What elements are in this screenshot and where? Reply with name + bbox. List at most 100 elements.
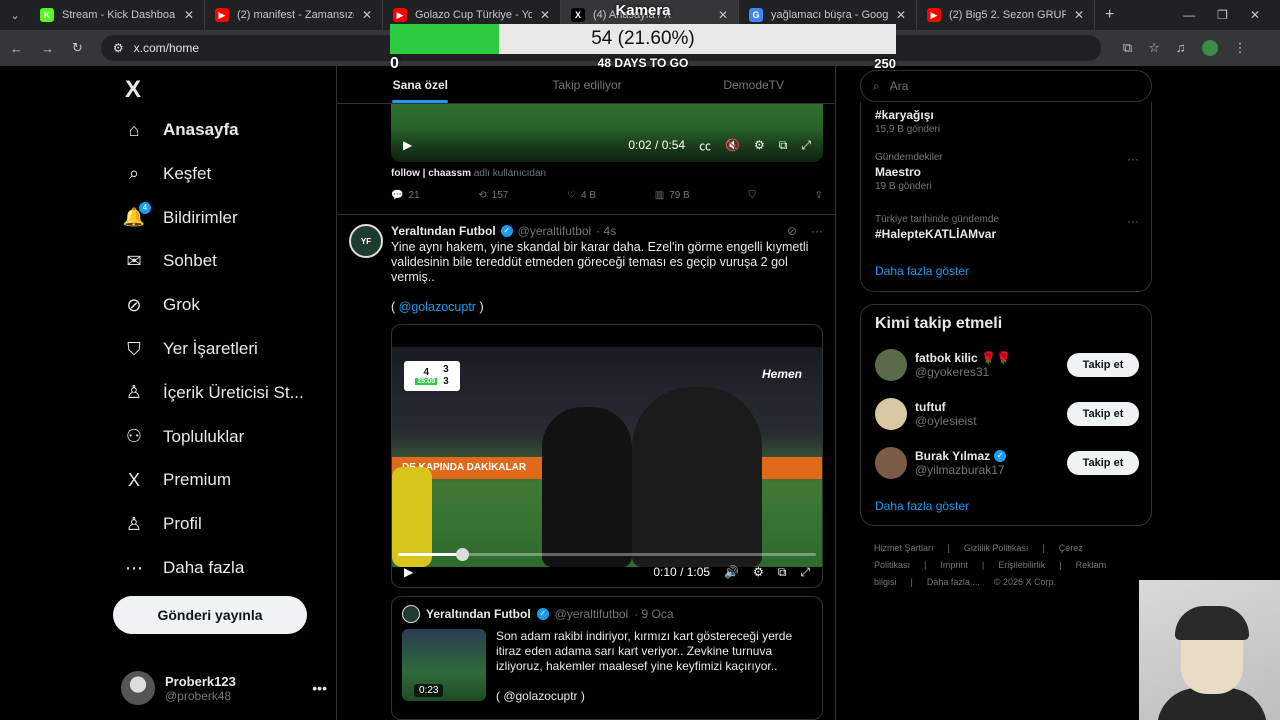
reply-button[interactable]: 💬 21 (391, 190, 420, 201)
video-seek-bar[interactable] (398, 548, 816, 561)
browser-tab[interactable]: K Stream - Kick Dashboa ✕ (30, 0, 205, 30)
repost-button[interactable]: ⟲ 157 (478, 190, 508, 201)
more-dots-icon[interactable]: ··· (1127, 152, 1139, 166)
sidebar-item-premium[interactable]: X Premium (123, 460, 231, 500)
footer-link[interactable]: Imprint (940, 560, 968, 570)
avatar[interactable] (875, 447, 907, 479)
sidebar-item-bell[interactable]: 🔔 4 Bildirimler (123, 198, 238, 238)
sidebar-item-search[interactable]: ⌕ Keşfet (123, 154, 211, 194)
score-clock: 25:00 (415, 378, 438, 385)
scoreboard: 4 25:00 3 3 (404, 361, 460, 391)
browser-tab[interactable]: ▶ (2) Big5 2. Sezon GRUP6 S ✕ (917, 0, 1095, 30)
restore-icon[interactable]: ❐ (1217, 8, 1228, 22)
sidebar-item-label: Bildirimler (163, 207, 238, 227)
tab-search-button[interactable]: ⌄ (0, 0, 30, 30)
footer-link[interactable]: Daha fazla ... (927, 577, 980, 587)
sidebar-item-profile[interactable]: ♙ Profil (123, 504, 202, 544)
bell-icon: 🔔 4 (123, 201, 151, 229)
play-icon[interactable]: ▶ (403, 138, 412, 152)
suggested-user[interactable]: tuftuf @oylesieist Takip et (875, 396, 1139, 432)
tweet-author-handle[interactable]: @yeraltifutbol (518, 224, 592, 238)
bookmark-icon: ⛉ (127, 338, 141, 359)
more-dots-icon[interactable]: ··· (1127, 214, 1139, 228)
trend-item[interactable]: Gündemdekiler Maestro 19 B gönderi ··· (875, 152, 1139, 192)
account-switcher[interactable]: Proberk123 @proberk48 ••• (121, 670, 327, 706)
follow-button[interactable]: Takip et (1067, 353, 1139, 377)
pip-icon[interactable]: ⧉ (778, 565, 787, 580)
tweet-time[interactable]: · 4s (596, 224, 616, 238)
webcam-feed (1139, 580, 1280, 720)
tab-close-icon[interactable]: ✕ (184, 8, 194, 22)
quoted-tweet[interactable]: Yeraltından Futbol ✓ @yeraltifutbol · 9 … (391, 596, 823, 720)
sidebar-item-grok[interactable]: ⊘ Grok (123, 285, 199, 325)
tab-close-icon[interactable]: ✕ (362, 8, 372, 22)
browser-profile-avatar[interactable] (1201, 40, 1218, 56)
views-button[interactable]: ▥ 79 B (655, 190, 690, 201)
search-box[interactable]: ⌕ (860, 70, 1152, 102)
tweet-video[interactable]: DE KAPINDA DAKİKALAR 4 25:00 3 3 Hemen ▶… (391, 324, 823, 588)
avatar[interactable]: YF (349, 224, 383, 258)
footer-separator: | (910, 577, 913, 587)
footer-link[interactable]: Erişilebilirlik (998, 560, 1045, 570)
close-window-icon[interactable]: ✕ (1250, 8, 1260, 22)
avatar[interactable] (875, 349, 907, 381)
captions-icon[interactable]: ㏄ (699, 137, 711, 154)
settings-icon[interactable]: ⚙ (754, 138, 765, 152)
paren-open: ( (391, 300, 396, 314)
tab-close-icon[interactable]: ✕ (896, 8, 906, 22)
footer-separator: | (981, 560, 985, 570)
trend-item[interactable]: #karyağışı 15,9 B gönderi (875, 106, 1139, 135)
reload-icon[interactable]: ↻ (72, 40, 83, 56)
tab-close-icon[interactable]: ✕ (1074, 8, 1084, 22)
sidebar-item-mail[interactable]: ✉ Sohbet (123, 241, 216, 281)
footer-link[interactable]: Hizmet Şartları (874, 543, 934, 553)
fullscreen-icon[interactable]: ⤢ (800, 565, 810, 580)
menu-icon[interactable]: ⋮ (1234, 40, 1247, 56)
more-dots-icon[interactable]: ··· (811, 224, 823, 238)
more-dots-icon[interactable]: ••• (312, 680, 327, 696)
site-info-icon[interactable]: ⚙ (113, 41, 124, 55)
fullscreen-icon[interactable]: ⤢ (801, 138, 811, 153)
forward-icon[interactable]: → (41, 41, 54, 56)
sidebar-item-home[interactable]: ⌂ Anasayfa (123, 110, 239, 150)
tweet-author-name[interactable]: Yeraltından Futbol (391, 224, 496, 238)
like-button[interactable]: ♡ 4 B (567, 190, 596, 201)
trend-item[interactable]: Türkiye tarihinde gündemde #HalepteKATLİ… (875, 214, 1139, 241)
search-input[interactable] (889, 79, 1130, 93)
volume-icon[interactable]: 🔊 (724, 565, 739, 579)
bookmark-button[interactable]: ⛉ (748, 190, 756, 201)
who-to-follow-show-more[interactable]: Daha fazla göster (875, 499, 969, 513)
sidebar-item-bookmark[interactable]: ⛉ Yer İşaretleri (123, 329, 258, 369)
new-tab-button[interactable]: + (1095, 0, 1124, 30)
footer-link[interactable]: © 2026 X Corp. (994, 577, 1056, 587)
sidebar-item-creator[interactable]: ♙ İçerik Üreticisi St... (123, 373, 304, 413)
sidebar-item-more[interactable]: ⋯ Daha fazla (123, 548, 244, 588)
x-logo-icon[interactable]: X (125, 76, 141, 104)
minimize-icon[interactable]: — (1183, 8, 1195, 22)
avatar[interactable] (875, 398, 907, 430)
play-icon[interactable]: ▶ (404, 565, 413, 579)
trend-count: 19 B gönderi (875, 181, 932, 192)
footer-link[interactable]: Gizlilik Politikası (964, 543, 1029, 553)
suggested-user[interactable]: fatbok kilic 🌹🌹 @gyokeres31 Takip et (875, 347, 1139, 383)
browser-tab[interactable]: ▶ (2) manifest - Zamansızdık ✕ (205, 0, 383, 30)
post-button[interactable]: Gönderi yayınla (113, 596, 307, 634)
previous-post-video[interactable]: ▶ 0:02 / 0:54 ㏄ 🔇 ⚙ ⧉ ⤢ (391, 104, 823, 162)
media-icon[interactable]: ♫ (1176, 40, 1186, 56)
share-button[interactable]: ⇪ (815, 190, 823, 201)
mention-link[interactable]: @golazocuptr (399, 300, 476, 314)
follow-button[interactable]: Takip et (1067, 451, 1139, 475)
grok-icon[interactable]: ⊘ (787, 224, 797, 238)
star-icon[interactable]: ☆ (1148, 40, 1160, 56)
pip-icon[interactable]: ⧉ (779, 138, 788, 153)
attribution-user[interactable]: follow | chaassm (391, 168, 471, 179)
sidebar-item-communities[interactable]: ⚇ Topluluklar (123, 417, 244, 457)
suggested-user[interactable]: Burak Yılmaz ✓ @yilmazburak17 Takip et (875, 445, 1139, 481)
install-icon[interactable]: ⧉ (1123, 40, 1132, 56)
follow-button[interactable]: Takip et (1067, 402, 1139, 426)
settings-icon[interactable]: ⚙ (753, 565, 764, 579)
mute-icon[interactable]: 🔇 (725, 138, 740, 152)
quote-video-thumbnail[interactable]: 0:23 (402, 629, 486, 701)
trends-show-more[interactable]: Daha fazla göster (875, 264, 969, 278)
back-icon[interactable]: ← (10, 41, 23, 56)
